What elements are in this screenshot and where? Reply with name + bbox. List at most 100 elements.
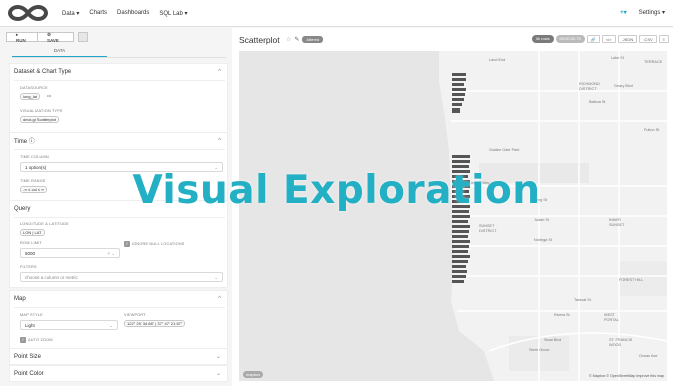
svg-text:INNER: INNER xyxy=(609,218,621,222)
auto-zoom-checkbox[interactable]: ✓ xyxy=(20,337,26,343)
svg-text:PORTAL: PORTAL xyxy=(604,318,619,322)
divider xyxy=(14,149,225,150)
datasource-pill[interactable]: long_lat xyxy=(20,93,41,100)
svg-text:Balboa St: Balboa St xyxy=(589,100,606,104)
settings-menu[interactable]: Settings ▾ xyxy=(639,9,665,16)
viz-type-label: VISUALIZATION TYPE xyxy=(20,109,63,113)
section-query-header[interactable]: Query xyxy=(10,201,227,216)
json-button[interactable]: .JSON xyxy=(617,35,638,43)
section-title: Point Size xyxy=(14,353,42,360)
chevron-down-icon[interactable]: ⌄ xyxy=(216,370,221,377)
map-style-label: MAP STYLE xyxy=(20,313,44,317)
ignore-null-checkbox[interactable]: ✓ xyxy=(124,241,130,247)
filters-select[interactable]: choose a column or metric ⌄ xyxy=(20,272,223,282)
svg-text:WEST: WEST xyxy=(604,313,616,317)
chevron-down-icon[interactable]: ⌄ xyxy=(216,353,221,360)
chevron-up-icon[interactable]: ^ xyxy=(218,69,221,75)
altered-badge[interactable]: Altered xyxy=(302,36,324,43)
svg-text:Judah St: Judah St xyxy=(534,218,550,222)
tab-divider xyxy=(12,57,226,58)
chart-toolbar: 0k rows 00:00:00.75 🔗 </> .JSON .CSV ≡ xyxy=(531,35,669,43)
auto-zoom-label: AUTO ZOOM xyxy=(28,338,53,342)
ignore-null-label: IGNORE NULL LOCATIONS xyxy=(132,242,185,246)
section-title: Map xyxy=(14,295,26,302)
nav-sql-lab[interactable]: SQL Lab ▾ xyxy=(159,10,187,17)
svg-text:Taraval St: Taraval St xyxy=(574,298,592,302)
svg-text:TERRACE: TERRACE xyxy=(644,60,663,64)
run-button[interactable]: ▸ RUN xyxy=(6,32,38,43)
svg-text:SUNSET: SUNSET xyxy=(609,223,625,227)
svg-text:SUNSET: SUNSET xyxy=(479,224,495,228)
svg-text:Sloat Blvd: Sloat Blvd xyxy=(544,338,561,342)
chevron-down-icon: ⌄ xyxy=(109,323,113,328)
save-button[interactable]: ⚙ SAVE xyxy=(38,32,74,43)
menu-button[interactable]: ≡ xyxy=(658,35,669,43)
time-range-pill[interactable]: -∞ ≤ col ≤ ∞ xyxy=(20,186,47,193)
time-column-label: TIME COLUMN xyxy=(20,155,49,159)
svg-text:DISTRICT: DISTRICT xyxy=(479,229,497,233)
svg-text:Lincoln Way: Lincoln Way xyxy=(469,181,490,185)
superset-logo-icon[interactable] xyxy=(8,4,48,22)
chart-title[interactable]: Scatterplot xyxy=(239,35,280,45)
lonlat-pill[interactable]: LON | LAT xyxy=(20,229,45,236)
section-point-color-header[interactable]: Point Color ⌄ xyxy=(10,366,227,381)
nav-charts[interactable]: Charts xyxy=(89,10,107,16)
filters-placeholder: choose a column or metric xyxy=(25,275,78,280)
row-limit-select[interactable]: 5000 × ⌄ xyxy=(20,248,120,258)
tab-data[interactable]: DATA xyxy=(12,44,107,57)
chevron-up-icon[interactable]: ^ xyxy=(218,296,221,302)
svg-text:Land End: Land End xyxy=(489,58,505,62)
section-title: Dataset & Chart Type xyxy=(14,68,72,75)
viz-type-pill[interactable]: deck.gl Scatterplot xyxy=(20,116,59,123)
svg-text:RICHMOND: RICHMOND xyxy=(579,82,600,86)
map-style-value: Light xyxy=(25,323,35,328)
datasource-more-icon[interactable]: ••• xyxy=(47,93,51,98)
mapbox-logo[interactable]: mapbox xyxy=(243,371,264,378)
map-canvas[interactable]: Land End Lake St RICHMOND DISTRICT Geary… xyxy=(239,51,667,381)
more-button[interactable] xyxy=(78,32,88,42)
csv-button[interactable]: .CSV xyxy=(639,35,657,43)
divider xyxy=(14,80,225,81)
lonlat-label: LONGITUDE & LATITUDE xyxy=(20,222,69,226)
svg-text:FOREST HILL: FOREST HILL xyxy=(619,278,643,282)
new-item-button[interactable]: +▾ xyxy=(620,9,627,16)
svg-text:Lake St: Lake St xyxy=(611,56,625,60)
nav-data[interactable]: Data ▾ xyxy=(62,10,79,17)
row-limit-value: 5000 xyxy=(25,251,36,256)
divider xyxy=(14,307,225,308)
title-meta: ☆ ✎ Altered xyxy=(286,36,324,43)
section-query: Query LONGITUDE & LATITUDE LON | LAT ROW… xyxy=(9,200,228,288)
chevron-down-icon: ⌄ xyxy=(214,275,218,280)
link-button[interactable]: 🔗 xyxy=(586,35,600,43)
row-limit-label: ROW LIMIT xyxy=(20,241,42,245)
clear-chevron-icon[interactable]: × ⌄ xyxy=(107,249,115,258)
svg-text:WOOD: WOOD xyxy=(609,343,621,347)
section-point-size-header[interactable]: Point Size ⌄ xyxy=(10,349,227,364)
section-map-header[interactable]: Map ^ xyxy=(10,291,227,306)
chevron-up-icon[interactable]: ^ xyxy=(218,138,221,144)
time-column-value: 1 option(s) xyxy=(25,165,47,170)
nav-dashboards[interactable]: Dashboards xyxy=(117,10,149,16)
map-style-select[interactable]: Light ⌄ xyxy=(20,320,118,330)
map-attribution[interactable]: © Mapbox © OpenStreetMap Improve this ma… xyxy=(589,374,664,378)
datasource-label: DATASOURCE xyxy=(20,86,48,90)
divider xyxy=(14,217,225,218)
time-column-select[interactable]: 1 option(s) ⌄ xyxy=(20,162,223,172)
chart-panel: Scatterplot ☆ ✎ Altered 0k rows 00:00:00… xyxy=(232,28,673,386)
section-time-header[interactable]: Time ⓘ ^ xyxy=(10,133,227,148)
star-icon[interactable]: ☆ xyxy=(286,36,291,43)
section-point-size: Point Size ⌄ xyxy=(9,348,228,365)
query-time-badge: 00:00:00.75 xyxy=(555,35,585,43)
svg-text:ST. FRANCIS: ST. FRANCIS xyxy=(609,338,633,342)
section-dataset-header[interactable]: Dataset & Chart Type ^ xyxy=(10,64,227,79)
edit-icon[interactable]: ✎ xyxy=(294,36,299,43)
svg-text:Geary Blvd: Geary Blvd xyxy=(614,84,633,88)
viewport-label: VIEWPORT xyxy=(124,313,146,317)
viewport-pill[interactable]: 122° 25' 34.68" | 37° 47' 21.57" xyxy=(124,320,186,327)
filters-label: FILTERS xyxy=(20,265,37,269)
map-graphic: Land End Lake St RICHMOND DISTRICT Geary… xyxy=(439,51,667,381)
rows-badge: 0k rows xyxy=(531,35,554,43)
embed-code-button[interactable]: </> xyxy=(601,35,616,43)
svg-text:Rivera St: Rivera St xyxy=(554,313,571,317)
svg-text:Irving St: Irving St xyxy=(533,198,548,202)
